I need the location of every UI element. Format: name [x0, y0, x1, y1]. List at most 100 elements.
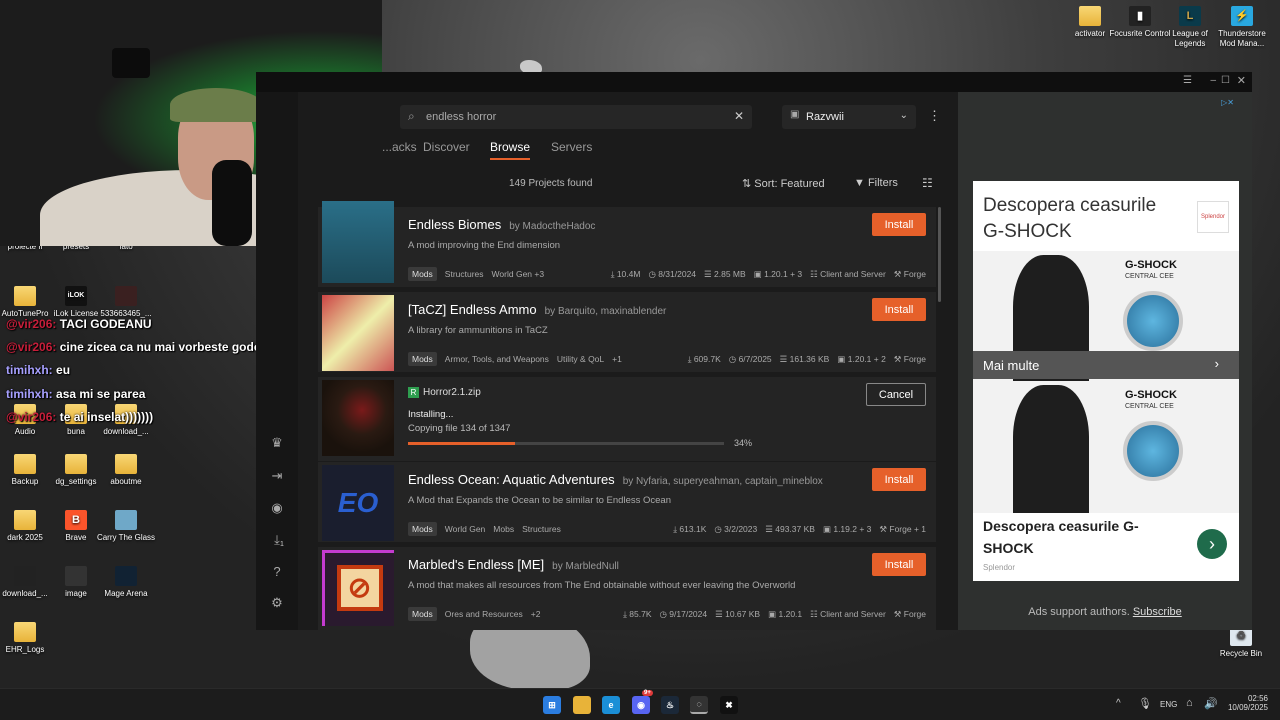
tag: Mods: [408, 607, 437, 621]
tab-modpacks[interactable]: ...acks: [382, 140, 417, 154]
install-button[interactable]: Install: [872, 213, 926, 236]
chat-message: @vir206: TACI GODEANU: [6, 317, 152, 331]
downloads-icon[interactable]: ⤓ 1: [256, 529, 298, 551]
updated-date: ◷ 3/2/2023: [714, 523, 758, 534]
mod-card[interactable]: ⊘ Marbled's Endless [ME] by MarbledNull A…: [318, 547, 936, 630]
thunderstore-icon: ⚡: [1231, 6, 1253, 26]
menu-icon[interactable]: ☰: [1183, 75, 1192, 86]
download-count: ⤓ 609.7K: [687, 353, 721, 364]
ad-column: ▷✕ Descopera ceasurile G-SHOCK Splendor …: [958, 92, 1252, 630]
clock[interactable]: 02:56 10/09/2025: [1226, 694, 1268, 712]
scrollbar[interactable]: [938, 207, 941, 302]
install-button[interactable]: Install: [872, 468, 926, 491]
install-status: Installing...: [408, 409, 454, 420]
ad-brand: Splendor: [983, 563, 1016, 572]
network-icon[interactable]: ⌂: [1186, 697, 1193, 709]
filters-button[interactable]: ▼ Filters: [854, 177, 898, 189]
mod-card[interactable]: EO Endless Ocean: Aquatic Adventures by N…: [318, 462, 936, 542]
tag: +1: [612, 354, 622, 364]
carry-the-glass-icon: [115, 510, 137, 530]
install-button[interactable]: Install: [872, 298, 926, 321]
mod-card[interactable]: [TaCZ] Endless Ammo by Barquito, maxinabl…: [318, 292, 936, 372]
desktop-icon-thunderstore[interactable]: ⚡ Thunderstore Mod Mana...: [1210, 6, 1274, 49]
tab-servers[interactable]: Servers: [551, 140, 592, 154]
downloads-badge: 1: [280, 541, 284, 548]
chat-message: @vir206: te ai inselat))))))): [6, 410, 154, 424]
subscribe-link[interactable]: Subscribe: [1133, 606, 1182, 618]
mage-arena-icon: [115, 566, 137, 586]
desktop-icon[interactable]: 533663465_...: [94, 286, 158, 319]
tag: Mobs: [493, 524, 515, 534]
brave-icon: B: [65, 510, 87, 530]
progress-fill: [408, 442, 516, 445]
maximize-icon[interactable]: ☐: [1221, 75, 1230, 86]
profile-select[interactable]: ▣ Razvwii ⌄: [782, 105, 916, 129]
discord-icon[interactable]: ◉ 9+: [632, 690, 653, 714]
tag: Mods: [408, 352, 437, 366]
file-type-icon: R: [408, 387, 419, 398]
cancel-button[interactable]: Cancel: [866, 383, 926, 406]
install-button[interactable]: Install: [872, 553, 926, 576]
ad-more-button[interactable]: Mai multe ›: [973, 351, 1239, 379]
mod-thumbnail: EO: [322, 465, 394, 541]
desktop-icon[interactable]: aboutme: [94, 454, 158, 487]
desktop-icon[interactable]: EHR_Logs: [0, 622, 57, 655]
minimize-icon[interactable]: –: [1210, 75, 1216, 86]
folder-icon: [14, 622, 36, 642]
download-count: ⤓ 10.4M: [610, 268, 641, 279]
tag: World Gen: [444, 524, 486, 534]
microphone-icon[interactable]: 🎙: [1138, 697, 1152, 710]
steam-icon[interactable]: ♨: [661, 696, 679, 714]
file-explorer-icon[interactable]: [573, 696, 591, 714]
download-progress-card: R Horror2.1.zip Installing... Copying fil…: [318, 377, 936, 461]
progress-percent: 34%: [734, 438, 753, 448]
edge-icon[interactable]: e: [602, 696, 620, 714]
discord-icon[interactable]: ◉: [256, 497, 298, 519]
chat-message: timihxh: asa mi se parea: [6, 387, 146, 401]
progress-bar: [408, 442, 724, 445]
close-icon[interactable]: ✕: [1237, 74, 1246, 87]
image-icon: [115, 286, 137, 306]
tab-browse[interactable]: Browse: [490, 140, 531, 160]
game-version: ▣ 1.20.1 + 3: [753, 268, 803, 279]
folder-icon: [14, 454, 36, 474]
download-count: ⤓ 613.1K: [673, 523, 707, 534]
file-size: ☰ 10.67 KB: [715, 608, 761, 619]
language-indicator[interactable]: ENG: [1160, 700, 1177, 709]
start-icon[interactable]: ⊞: [543, 696, 561, 714]
desktop-icon[interactable]: Carry The Glass: [94, 510, 158, 543]
help-icon[interactable]: ?: [256, 560, 298, 582]
list-view-icon[interactable]: ☷: [922, 176, 933, 190]
mod-card[interactable]: Endless Biomes by MadoctheHadoc A mod imp…: [318, 201, 936, 287]
login-icon[interactable]: ⇥: [256, 465, 298, 487]
mod-meta: Mods Structures World Gen +3 ⤓ 10.4M ◷ 8…: [408, 266, 926, 282]
ad-banner[interactable]: Descopera ceasurile G-SHOCK Splendor G-S…: [973, 181, 1239, 581]
chevron-up-icon[interactable]: ^: [1116, 698, 1121, 709]
volume-icon[interactable]: 🔊: [1204, 697, 1218, 710]
mod-meta: Mods World Gen Mobs Structures ⤓ 613.1K …: [408, 521, 926, 537]
ad-support-text: Ads support authors. Subscribe: [1028, 606, 1182, 618]
updated-date: ◷ 9/17/2024: [659, 608, 708, 619]
search-input[interactable]: ⌕ endless horror ✕: [400, 105, 752, 129]
folder-icon: [115, 454, 137, 474]
desktop-icon[interactable]: Mage Arena: [94, 566, 158, 599]
curseforge-icon[interactable]: ✖: [720, 696, 738, 714]
tab-discover[interactable]: Discover: [423, 140, 470, 154]
chevron-right-icon[interactable]: ›: [1197, 529, 1227, 559]
titlebar: ☰ – ☐ ✕: [256, 72, 1252, 92]
results-count: 149 Projects found: [509, 178, 593, 189]
gear-icon[interactable]: ⚙: [256, 592, 298, 614]
focusrite-icon: ▮: [1129, 6, 1151, 26]
search-icon: ⌕: [408, 109, 415, 123]
folder-icon: [14, 510, 36, 530]
wall-mount: [112, 48, 150, 78]
mod-thumbnail: ⊘: [322, 550, 394, 626]
desktop-icon-recycle-bin[interactable]: ♻ Recycle Bin: [1209, 626, 1273, 659]
clear-search-icon[interactable]: ✕: [734, 109, 744, 123]
more-options-icon[interactable]: ⋮: [928, 108, 941, 124]
obs-icon[interactable]: ◌: [690, 696, 708, 714]
adchoices-icon[interactable]: ▷✕: [1221, 98, 1234, 107]
mod-description: A mod that makes all resources from The …: [408, 580, 796, 591]
crown-icon[interactable]: ♛: [256, 432, 298, 454]
sort-dropdown[interactable]: ⇅ Sort: Featured: [742, 177, 825, 190]
